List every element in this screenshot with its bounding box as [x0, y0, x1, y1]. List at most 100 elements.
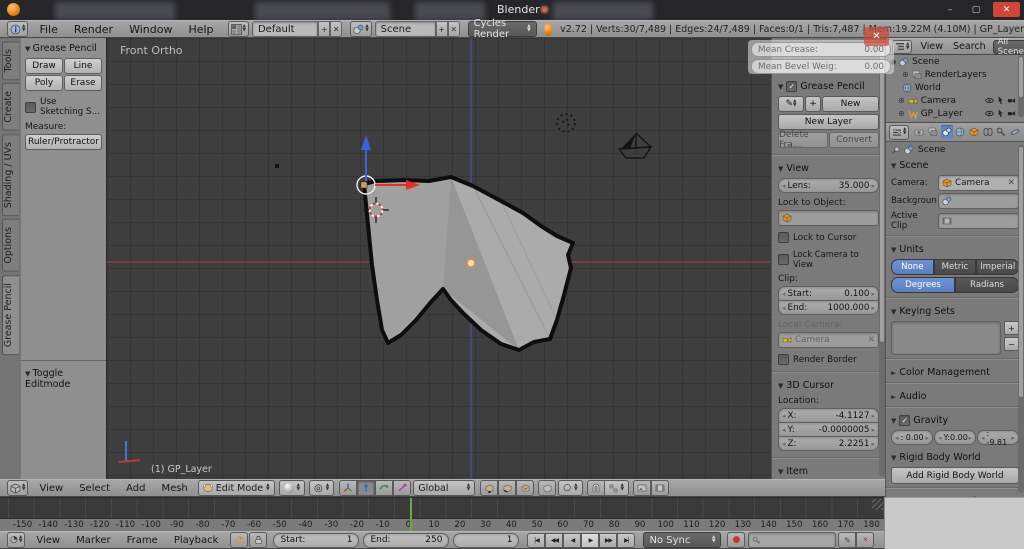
units-metric-button[interactable]: Metric: [934, 259, 977, 275]
render-opengl-button[interactable]: [633, 480, 651, 496]
mean-bevel-slider[interactable]: Mean Bevel Weig:0.00: [751, 59, 891, 74]
selectability-pointer-icon[interactable]: [996, 109, 1005, 118]
orientation-dropdown[interactable]: Global: [413, 480, 475, 496]
lock-cursor-checkbox[interactable]: [778, 232, 789, 243]
tab-constraints[interactable]: [982, 125, 994, 139]
use-sketching-checkbox[interactable]: [25, 102, 36, 113]
outliner-view-menu[interactable]: View: [915, 41, 948, 52]
render-restrict-icon[interactable]: [1007, 109, 1016, 118]
cursor-z-slider[interactable]: Z:2.2251: [778, 437, 879, 451]
cursor-panel-header[interactable]: 3D Cursor: [778, 380, 879, 391]
color-management-header[interactable]: Color Management: [891, 367, 1019, 378]
play-button[interactable]: ▶: [581, 533, 599, 548]
gp-panel-header[interactable]: Grease Pencil: [778, 81, 879, 92]
screen-layout-button[interactable]: [228, 21, 249, 37]
manipulator-scale-button[interactable]: [393, 480, 411, 496]
draw-button[interactable]: Draw: [25, 58, 63, 74]
tab-tools[interactable]: Tools: [2, 41, 19, 80]
record-button[interactable]: ●: [727, 532, 745, 548]
render-opengl-anim-button[interactable]: [651, 480, 669, 496]
menu-help[interactable]: Help: [180, 23, 221, 36]
gravity-checkbox[interactable]: [899, 415, 910, 426]
timeline-playback-menu[interactable]: Playback: [166, 535, 227, 546]
insert-keyframe-button[interactable]: ✎: [838, 532, 856, 548]
units-imperial-button[interactable]: Imperial: [976, 259, 1019, 275]
keying-sets-header[interactable]: Keying Sets: [891, 306, 1019, 317]
menu-file[interactable]: File: [31, 23, 65, 36]
poly-button[interactable]: Poly: [25, 75, 63, 91]
menu-mesh[interactable]: Mesh: [153, 483, 195, 494]
pivot-dropdown[interactable]: ◎: [309, 480, 334, 496]
timeline-editor-button[interactable]: ◔: [7, 532, 25, 548]
previous-keyframe-button[interactable]: ◀◀: [545, 533, 563, 548]
visibility-eye-icon[interactable]: [985, 96, 994, 105]
lock-object-field[interactable]: [778, 210, 879, 226]
menu-view[interactable]: View: [31, 483, 71, 494]
scene-panel-header[interactable]: Scene: [891, 160, 1019, 171]
gp-checkbox[interactable]: [786, 81, 797, 92]
active-keying-set-field[interactable]: [748, 532, 836, 548]
audio-panel-header[interactable]: Audio: [891, 391, 1019, 402]
timeline-ruler[interactable]: -150-140-130-120-110-100-90-80-70-60-50-…: [0, 497, 884, 531]
redo-panel-header[interactable]: Toggle Editmode: [25, 368, 102, 390]
timeline-view-menu[interactable]: View: [28, 535, 68, 546]
tab-grease-pencil[interactable]: Grease Pencil: [2, 275, 19, 355]
maximize-button[interactable]: ▢: [966, 2, 986, 17]
gp-brush-dropdown[interactable]: ✎: [778, 96, 804, 112]
properties-editor-button[interactable]: [889, 125, 909, 140]
rigid-body-header[interactable]: Rigid Body World: [891, 452, 1019, 463]
tab-options[interactable]: Options: [2, 219, 19, 272]
lock-frame-range-button[interactable]: [249, 532, 267, 548]
clip-start-slider[interactable]: Start:0.100: [778, 286, 879, 301]
scene-camera-field[interactable]: Camera ✕: [938, 175, 1019, 191]
timeline-frame-area[interactable]: [0, 498, 884, 518]
lock-camera-checkbox[interactable]: [778, 254, 789, 265]
line-button[interactable]: Line: [64, 58, 102, 74]
delete-scene-button[interactable]: ✕: [448, 21, 460, 37]
properties-scrollbar[interactable]: [1019, 147, 1023, 397]
outliner-row-scene[interactable]: ● Scene: [886, 55, 1024, 68]
tab-create[interactable]: Create: [2, 83, 19, 131]
units-degrees-button[interactable]: Degrees: [891, 277, 955, 293]
minimize-button[interactable]: –: [940, 2, 960, 17]
close-button[interactable]: ✕: [993, 2, 1020, 17]
outliner-scope-dropdown[interactable]: All Scenes: [993, 40, 1024, 54]
menu-select[interactable]: Select: [71, 483, 118, 494]
erase-button[interactable]: Erase: [64, 75, 102, 91]
tab-modifiers[interactable]: [996, 125, 1008, 139]
remove-keying-set-button[interactable]: −: [1004, 337, 1019, 351]
render-restrict-icon[interactable]: [1007, 96, 1016, 105]
tab-render[interactable]: [913, 125, 925, 139]
transform-manipulator[interactable]: [357, 135, 420, 194]
face-select-button[interactable]: [516, 480, 534, 496]
outliner-row-camera[interactable]: ⊕ Camera: [886, 94, 1024, 107]
item-panel-header[interactable]: Item: [778, 466, 879, 477]
lock-to-cursor-row[interactable]: Lock to Cursor: [778, 232, 879, 243]
new-layer-button[interactable]: New Layer: [778, 114, 879, 130]
menu-window[interactable]: Window: [121, 23, 180, 36]
clip-end-slider[interactable]: End:1000.000: [778, 301, 879, 315]
add-keying-set-button[interactable]: +: [1004, 321, 1019, 335]
tab-physics[interactable]: [1009, 125, 1021, 139]
scene-name-field[interactable]: Scene: [375, 21, 436, 37]
gravity-z-slider[interactable]: : -9.81: [977, 430, 1019, 445]
tab-world[interactable]: [955, 125, 967, 139]
jump-to-start-button[interactable]: |◀: [527, 533, 545, 548]
gravity-x-slider[interactable]: : 0.00: [891, 430, 933, 445]
lens-slider[interactable]: Lens:35.000: [778, 178, 879, 193]
n-panel-scrollbar[interactable]: [880, 42, 884, 342]
background-set-field[interactable]: [938, 193, 1019, 209]
pin-icon[interactable]: [891, 146, 900, 155]
sync-mode-dropdown[interactable]: No Sync: [643, 532, 721, 548]
menu-render[interactable]: Render: [66, 23, 121, 36]
outliner-editor-button[interactable]: [892, 40, 912, 54]
lock-camera-row[interactable]: Lock Camera to View: [778, 249, 879, 269]
ruler-protractor-button[interactable]: Ruler/Protractor: [25, 134, 102, 150]
vertex-select-button[interactable]: [480, 480, 498, 496]
next-keyframe-button[interactable]: ▶▶: [599, 533, 617, 548]
start-frame-field[interactable]: Start:1: [273, 533, 359, 548]
menu-add[interactable]: Add: [118, 483, 153, 494]
jump-to-end-button[interactable]: ▶|: [617, 533, 635, 548]
occlude-geometry-button[interactable]: [538, 480, 556, 496]
gp-new-button[interactable]: New: [822, 96, 879, 112]
